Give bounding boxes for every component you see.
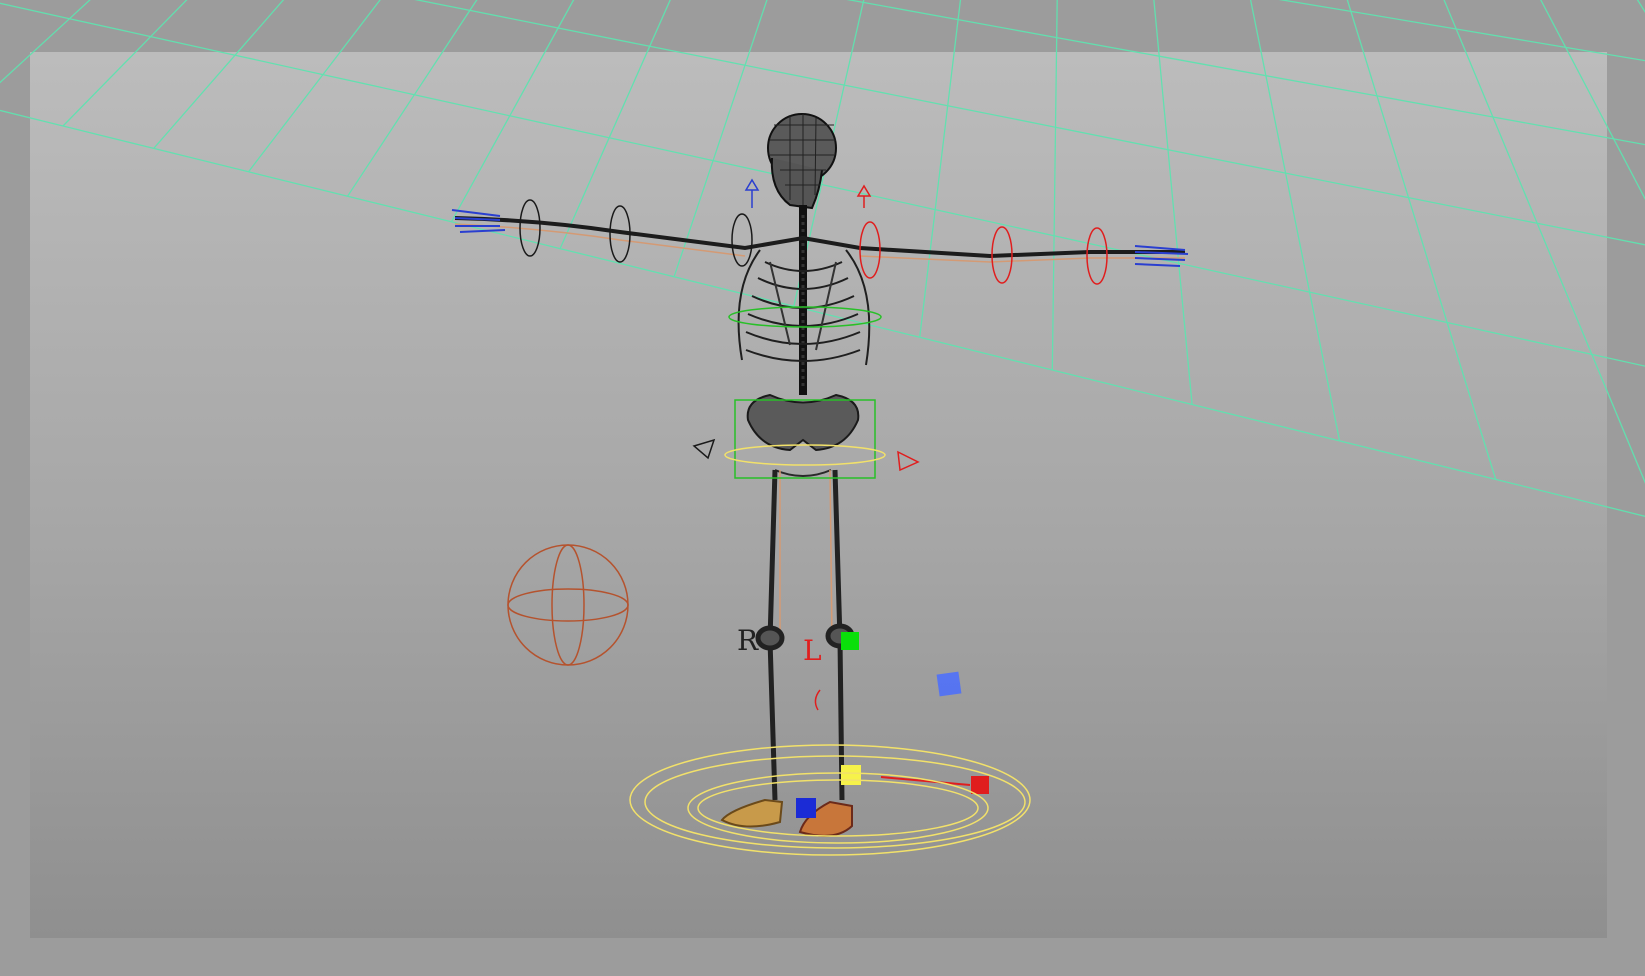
3d-viewport[interactable]: R L bbox=[0, 0, 1645, 976]
foot-pivot-left[interactable] bbox=[971, 776, 989, 794]
pole-vector-knee-target[interactable] bbox=[936, 671, 962, 697]
pole-vector-left-knee[interactable] bbox=[841, 632, 859, 650]
viewport-canvas[interactable]: R L bbox=[0, 0, 1645, 976]
side-label-left: L bbox=[803, 634, 822, 667]
foot-pivot-right[interactable] bbox=[796, 798, 816, 818]
side-label-right: R bbox=[737, 624, 759, 657]
foot-ik-handle[interactable] bbox=[841, 765, 861, 785]
